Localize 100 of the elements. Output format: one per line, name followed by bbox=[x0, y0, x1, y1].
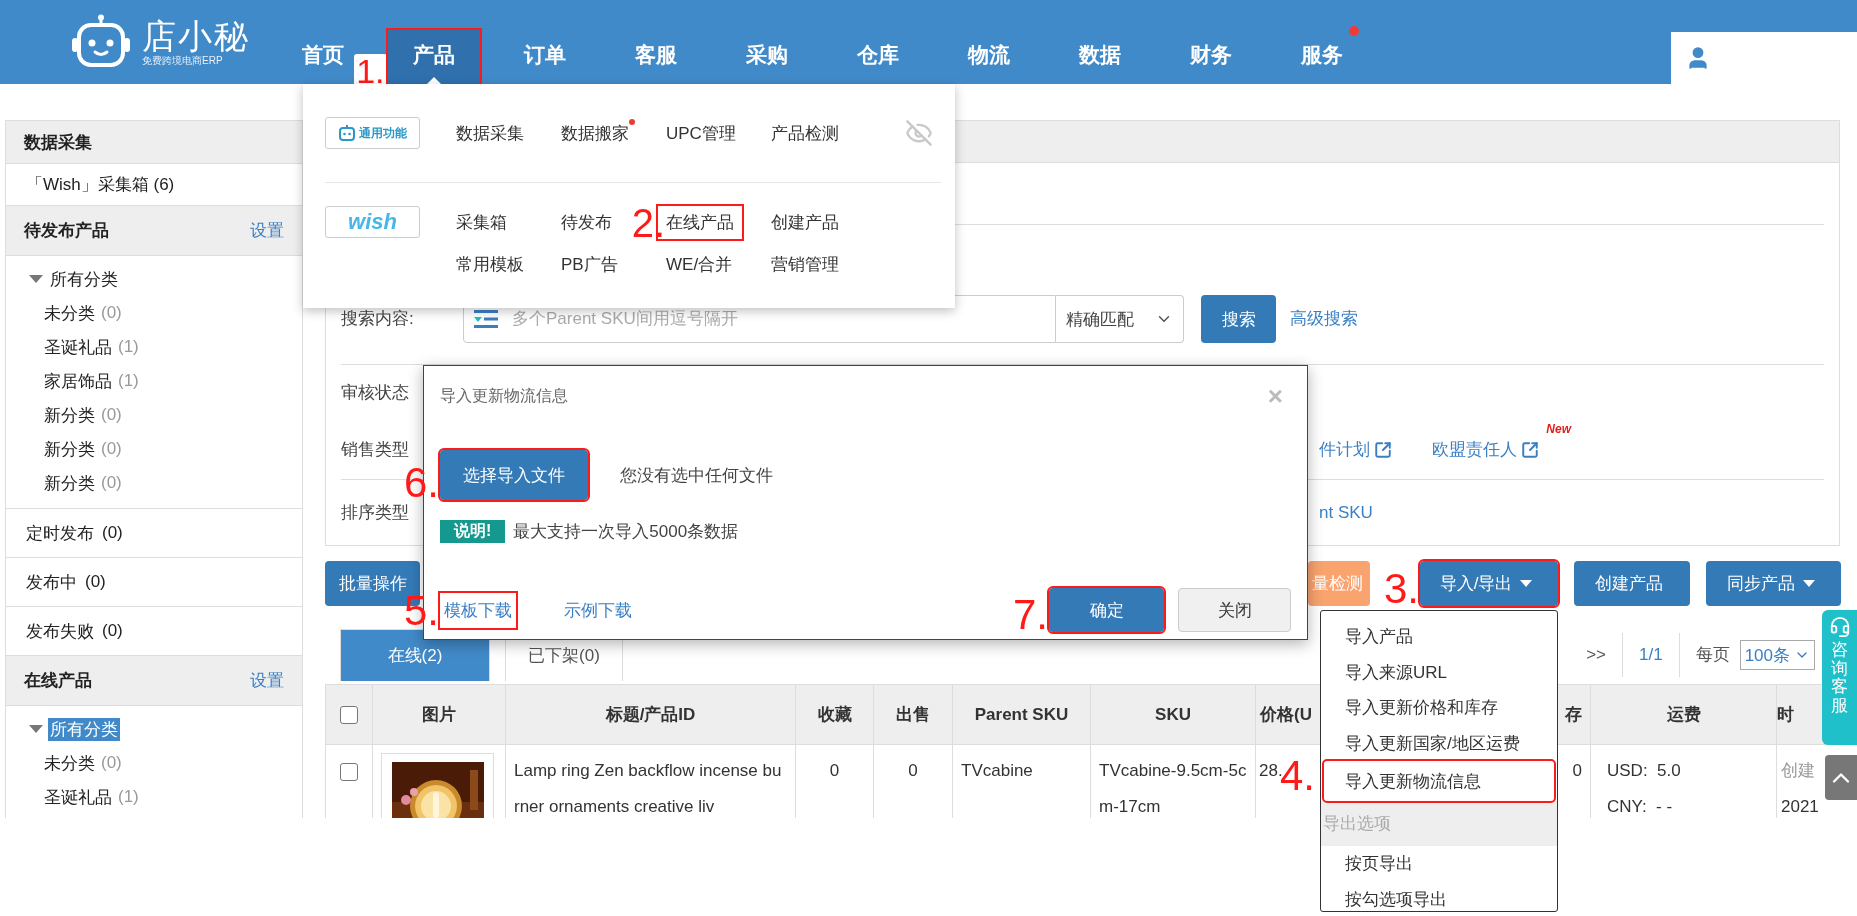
page-indicator: 1/1 bbox=[1622, 633, 1679, 677]
item-count: (1) bbox=[118, 787, 139, 807]
nav-item[interactable]: 采购 bbox=[733, 30, 800, 84]
status-tab[interactable]: 在线(2) bbox=[340, 629, 490, 681]
menu-item[interactable]: 导入产品 bbox=[1321, 619, 1557, 655]
list-icon bbox=[474, 309, 498, 329]
advanced-search-link[interactable]: 高级搜索 bbox=[1290, 295, 1358, 343]
category-item[interactable]: 新分类 bbox=[42, 403, 97, 427]
table-cell-text: 0 bbox=[1572, 760, 1582, 782]
filter-link[interactable]: 件计划 bbox=[1319, 438, 1392, 461]
menu-item[interactable]: WE/合并 bbox=[658, 247, 741, 281]
download-link[interactable]: 示例下载 bbox=[560, 592, 636, 628]
nav-item[interactable]: 服务 bbox=[1288, 30, 1355, 84]
table-cell-text: 2021 bbox=[1781, 796, 1819, 818]
nav-item[interactable]: 产品 bbox=[387, 30, 480, 84]
item-count: (0) bbox=[101, 303, 122, 323]
column-header: Parent SKU bbox=[952, 684, 1091, 745]
note-text: 最大支持一次导入5000条数据 bbox=[513, 521, 739, 543]
item-label: 发布失败 bbox=[26, 620, 94, 643]
nav-item[interactable]: 客服 bbox=[622, 30, 689, 84]
nav-item[interactable]: 仓库 bbox=[844, 30, 911, 84]
category-item[interactable]: 新分类 bbox=[42, 471, 97, 495]
table-cell-text: TVcabine-9.5cm-5cm-17cm bbox=[1099, 760, 1247, 818]
close-dialog-button[interactable]: 关闭 bbox=[1178, 588, 1291, 632]
item-count: (0) bbox=[101, 405, 122, 425]
category-item[interactable]: 圣诞礼品 bbox=[42, 335, 114, 359]
item-count: (1) bbox=[118, 371, 139, 391]
column-header: 标题/产品ID bbox=[505, 684, 796, 745]
menu-item[interactable]: 数据搬家 bbox=[553, 116, 637, 150]
search-button[interactable]: 搜索 bbox=[1201, 295, 1276, 343]
sidebar-item[interactable]: 发布中 (0) bbox=[6, 558, 302, 607]
choose-file-button[interactable]: 选择导入文件 bbox=[440, 450, 588, 500]
filter-label: 排序类型 bbox=[341, 501, 410, 524]
category-item[interactable]: 新分类 bbox=[42, 437, 97, 461]
settings-link[interactable]: 设置 bbox=[250, 669, 284, 692]
menu-item[interactable]: 营销管理 bbox=[763, 247, 847, 281]
menu-item[interactable]: 导入更新物流信息 bbox=[1324, 761, 1554, 801]
table-cell-text: Lamp ring Zen backflow incense burner ornaments creative liv bbox=[514, 760, 783, 818]
file-status-text: 您没有选中任何文件 bbox=[620, 464, 773, 487]
section-title: 数据采集 bbox=[24, 131, 92, 154]
step-number: 7. bbox=[1012, 594, 1048, 636]
item-count: (0) bbox=[102, 523, 123, 543]
settings-link[interactable]: 设置 bbox=[250, 219, 284, 242]
column-header: 价格(U bbox=[1255, 684, 1321, 745]
user-tab[interactable] bbox=[1671, 32, 1857, 84]
checkbox[interactable] bbox=[340, 762, 358, 781]
sidebar-item[interactable]: 定时发布 (0) bbox=[6, 509, 302, 558]
per-page-label: 每页 bbox=[1678, 633, 1738, 677]
category-item[interactable]: 未分类 bbox=[42, 301, 97, 325]
search-field[interactable]: 多个Parent SKU间用逗号隔开 bbox=[463, 295, 1056, 343]
menu-item[interactable]: 数据采集 bbox=[448, 116, 532, 150]
category-item[interactable]: 所有分类 bbox=[48, 267, 120, 291]
table-cell-text: 0 bbox=[829, 760, 840, 782]
new-label: New bbox=[1546, 422, 1571, 436]
filter-link[interactable]: nt SKU bbox=[1319, 502, 1373, 523]
item-count: (0) bbox=[85, 572, 106, 592]
category-item[interactable]: 圣诞礼品 bbox=[42, 785, 114, 809]
nav-item[interactable]: 订单 bbox=[511, 30, 578, 84]
collapse-caret-icon[interactable] bbox=[28, 274, 44, 284]
match-select[interactable]: 精确匹配 bbox=[1056, 295, 1184, 343]
robot-icon bbox=[338, 125, 356, 141]
menu-item[interactable]: 按勾选项导出 bbox=[1321, 881, 1557, 911]
toolbar-button[interactable]: 创建产品 bbox=[1574, 561, 1690, 606]
menu-item[interactable]: 常用模板 bbox=[448, 247, 532, 281]
item-count: (1) bbox=[118, 337, 139, 357]
category-item[interactable]: 未分类 bbox=[42, 751, 97, 775]
logo-tagline: 免费跨境电商ERP bbox=[142, 55, 224, 67]
table-cell-text: 0 bbox=[908, 760, 918, 782]
logo-icon bbox=[70, 14, 132, 70]
menu-item[interactable]: 待发布 bbox=[553, 205, 620, 239]
category-item[interactable]: 家居饰品 bbox=[42, 369, 114, 393]
checkbox[interactable] bbox=[340, 706, 358, 724]
menu-item[interactable]: 创建产品 bbox=[763, 205, 847, 239]
nav-item[interactable]: 物流 bbox=[955, 30, 1022, 84]
search-label: 搜索内容: bbox=[341, 308, 415, 330]
menu-item[interactable]: 按页导出 bbox=[1321, 846, 1557, 882]
menu-item[interactable]: 采集箱 bbox=[448, 205, 515, 239]
item-label: 定时发布 bbox=[26, 522, 94, 545]
column-header: 出售 bbox=[873, 684, 953, 745]
next-page-link[interactable]: >> bbox=[1570, 633, 1622, 677]
toolbar-button[interactable]: 同步产品 bbox=[1706, 561, 1841, 606]
category-item[interactable]: 所有分类 bbox=[48, 717, 120, 741]
nav-item[interactable]: 数据 bbox=[1066, 30, 1133, 84]
item-count: (0) bbox=[101, 473, 122, 493]
nav-item[interactable]: 首页 bbox=[289, 30, 356, 84]
toolbar-button[interactable]: 导入/导出 bbox=[1420, 561, 1558, 606]
item-label: 「Wish」采集箱 (6) bbox=[26, 174, 175, 196]
per-page-select[interactable]: 100条 bbox=[1739, 640, 1815, 670]
menu-item[interactable]: UPC管理 bbox=[658, 116, 744, 150]
menu-item[interactable]: 产品检测 bbox=[763, 116, 847, 150]
menu-item[interactable]: PB广告 bbox=[553, 247, 626, 281]
column-header: 图片 bbox=[372, 684, 506, 745]
nav-item[interactable]: 财务 bbox=[1177, 30, 1244, 84]
item-count: (0) bbox=[101, 753, 122, 773]
column-header: 收藏 bbox=[795, 684, 874, 745]
collapse-caret-icon[interactable] bbox=[28, 724, 44, 734]
menu-item[interactable]: 导入更新价格和库存 bbox=[1321, 690, 1557, 726]
confirm-button[interactable]: 确定 bbox=[1049, 588, 1164, 632]
scroll-top-button[interactable] bbox=[1825, 755, 1857, 800]
download-link[interactable]: 模板下载 bbox=[440, 592, 516, 628]
